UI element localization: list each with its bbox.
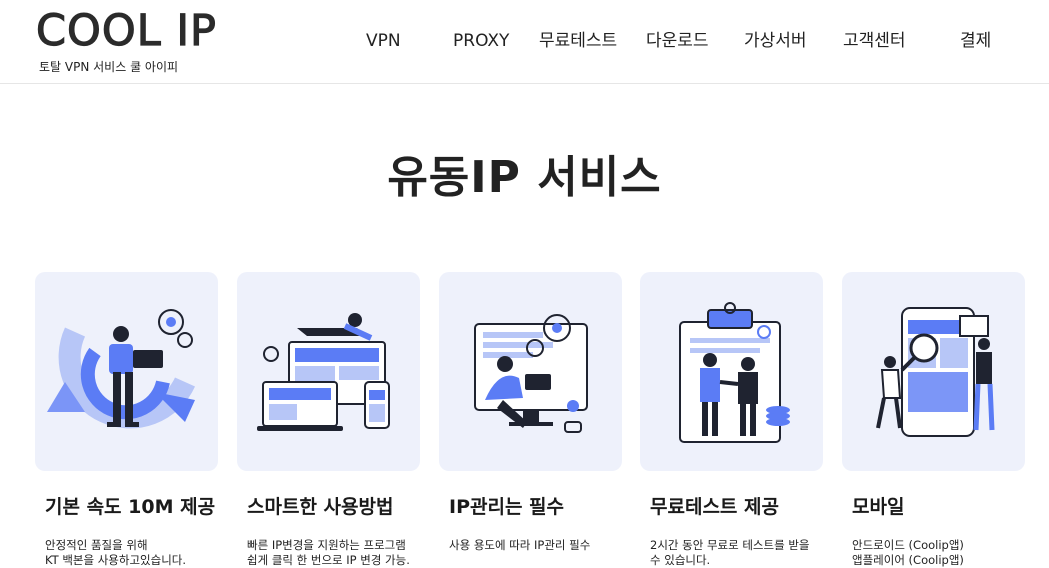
logo-subtitle: 토탈 VPN 서비스 쿨 아이피: [39, 60, 179, 74]
devices-illustration-icon: [257, 313, 390, 431]
mobile-illustration-icon: [876, 307, 995, 437]
site-header: COOL IP 토탈 VPN 서비스 쿨 아이피 VPN PROXY 무료테스트…: [0, 0, 1049, 84]
card-desc-smart: 빠른 IP변경을 지원하는 프로그램 쉽게 클릭 한 번으로 IP 변경 가능.: [247, 538, 410, 568]
feature-card-mobile: [842, 272, 1025, 471]
nav-item-free-test[interactable]: 무료테스트: [539, 30, 617, 52]
nav-item-payment[interactable]: 결제: [960, 30, 991, 52]
feature-card-speed: [35, 272, 218, 471]
card-desc-mobile: 안드로이드 (Coolip앱) 앱플레이어 (Coolip앱): [852, 538, 964, 568]
card-desc-speed: 안정적인 품질을 위해 KT 백본을 사용하고있습니다.: [45, 538, 186, 568]
ip-management-illustration-icon: [474, 314, 588, 433]
speed-illustration-icon: [47, 309, 196, 429]
nav-item-virtual-server[interactable]: 가상서버: [744, 30, 807, 52]
card-desc-line: 안정적인 품질을 위해: [45, 538, 148, 552]
card-desc-line: 안드로이드 (Coolip앱): [852, 538, 964, 552]
card-desc-line: 앱플레이어 (Coolip앱): [852, 553, 964, 567]
card-desc-line: 사용 용도에 따라 IP관리 필수: [449, 538, 591, 552]
feature-card-free-test: [640, 272, 823, 471]
card-title-ip-management: IP관리는 필수: [449, 496, 565, 518]
feature-card-smart: [237, 272, 420, 471]
section-title: 유동IP 서비스: [387, 152, 662, 203]
nav-item-vpn[interactable]: VPN: [366, 30, 401, 52]
card-desc-line: 쉽게 클릭 한 번으로 IP 변경 가능.: [247, 553, 410, 567]
nav-item-download[interactable]: 다운로드: [646, 30, 709, 52]
nav-item-proxy[interactable]: PROXY: [453, 30, 509, 52]
card-desc-line: 2시간 동안 무료로 테스트를 받을: [650, 538, 810, 552]
card-title-free-test: 무료테스트 제공: [650, 496, 779, 518]
logo[interactable]: COOL IP 토탈 VPN 서비스 쿨 아이피: [35, 6, 246, 78]
card-desc-line: 수 있습니다.: [650, 553, 711, 567]
card-desc-ip-management: 사용 용도에 따라 IP관리 필수: [449, 538, 590, 553]
card-title-smart: 스마트한 사용방법: [247, 496, 394, 518]
card-desc-line: 빠른 IP변경을 지원하는 프로그램: [247, 538, 406, 552]
feature-card-ip-management: [439, 272, 622, 471]
card-desc-free-test: 2시간 동안 무료로 테스트를 받을 수 있습니다.: [650, 538, 809, 568]
card-title-mobile: 모바일: [852, 496, 905, 518]
card-desc-line: KT 백본을 사용하고있습니다.: [45, 553, 187, 567]
logo-text: COOL IP: [35, 6, 217, 56]
nav-item-customer-center[interactable]: 고객센터: [843, 30, 906, 52]
card-title-speed: 기본 속도 10M 제공: [45, 496, 216, 518]
free-test-illustration-icon: [679, 302, 790, 443]
